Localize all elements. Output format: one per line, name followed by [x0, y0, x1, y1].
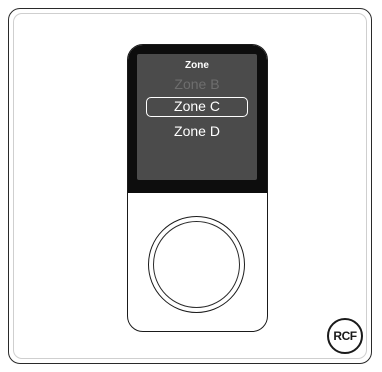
rotary-knob[interactable] [148, 216, 245, 313]
display-screen: Zone Zone B Zone C Zone D [137, 54, 257, 180]
rcf-logo: RCF [327, 318, 363, 354]
knob-inner-ring [153, 221, 240, 308]
zone-item-next[interactable]: Zone D [137, 122, 257, 140]
logo-text: RCF [333, 329, 357, 343]
screen-bezel: Zone Zone B Zone C Zone D [128, 45, 267, 193]
screen-title: Zone [185, 60, 209, 71]
zone-item-selected[interactable]: Zone C [146, 97, 248, 117]
control-device: Zone Zone B Zone C Zone D [127, 44, 268, 332]
zone-item-previous[interactable]: Zone B [137, 75, 257, 93]
